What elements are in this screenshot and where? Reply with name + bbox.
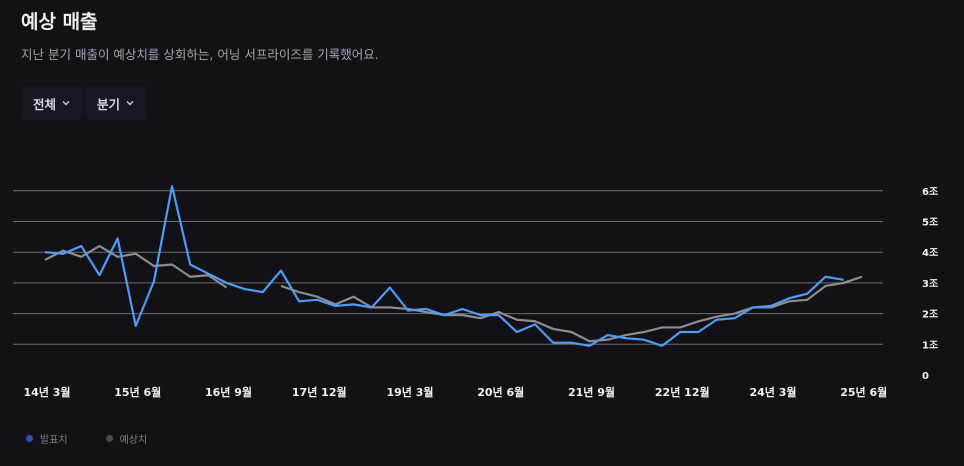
legend-item-estimate: 예상치 <box>105 431 148 446</box>
page-title: 예상 매출 <box>21 11 98 33</box>
legend-item-actual: 발표치 <box>26 431 68 446</box>
x-tick-label: 14년 3월 <box>23 385 70 399</box>
x-tick-label: 22년 12월 <box>655 385 710 399</box>
chart-legend: 발표치 예상치 <box>26 431 147 446</box>
y-tick-label: 0 <box>922 371 929 382</box>
page-subtitle: 지난 분기 매출이 예상치를 상회하는, 어닝 서프라이즈를 기록했어요. <box>21 47 379 62</box>
filter-bar: 전체 분기 <box>21 86 148 120</box>
y-tick-label: 3조 <box>922 278 938 290</box>
legend-actual-marker <box>26 435 33 442</box>
x-tick-label: 25년 6월 <box>840 385 887 399</box>
y-tick-label: 5조 <box>922 217 938 229</box>
x-tick-label: 16년 9월 <box>205 385 252 399</box>
x-tick-label: 24년 3월 <box>749 385 796 399</box>
revenue-line-chart: 0 1조 2조 3조 4조 5조 6조 14년 3월 15년 6월 16년 9월 17년 12월 1… <box>13 185 938 399</box>
legend-estimate-marker <box>105 435 113 442</box>
legend-actual-label: 발표치 <box>40 435 68 446</box>
chevron-down-icon <box>62 100 70 106</box>
y-tick-label: 6조 <box>922 186 938 198</box>
chevron-down-icon <box>126 100 134 106</box>
legend-estimate-label: 예상치 <box>119 435 148 446</box>
scope-filter-dropdown[interactable]: 전체 <box>21 86 84 120</box>
estimate-series-line <box>280 275 863 343</box>
period-filter-dropdown[interactable]: 분기 <box>85 86 148 120</box>
y-tick-label: 4조 <box>922 247 938 259</box>
scope-filter-label: 전체 <box>33 96 57 112</box>
y-tick-label: 1조 <box>922 339 938 351</box>
x-tick-label: 15년 6월 <box>114 385 161 399</box>
y-tick-label: 2조 <box>922 309 938 321</box>
x-tick-label: 19년 3월 <box>386 385 433 399</box>
x-tick-label: 20년 6월 <box>477 385 524 399</box>
period-filter-label: 분기 <box>97 96 121 112</box>
x-tick-label: 21년 9월 <box>568 385 615 399</box>
x-tick-label: 17년 12월 <box>292 385 347 399</box>
